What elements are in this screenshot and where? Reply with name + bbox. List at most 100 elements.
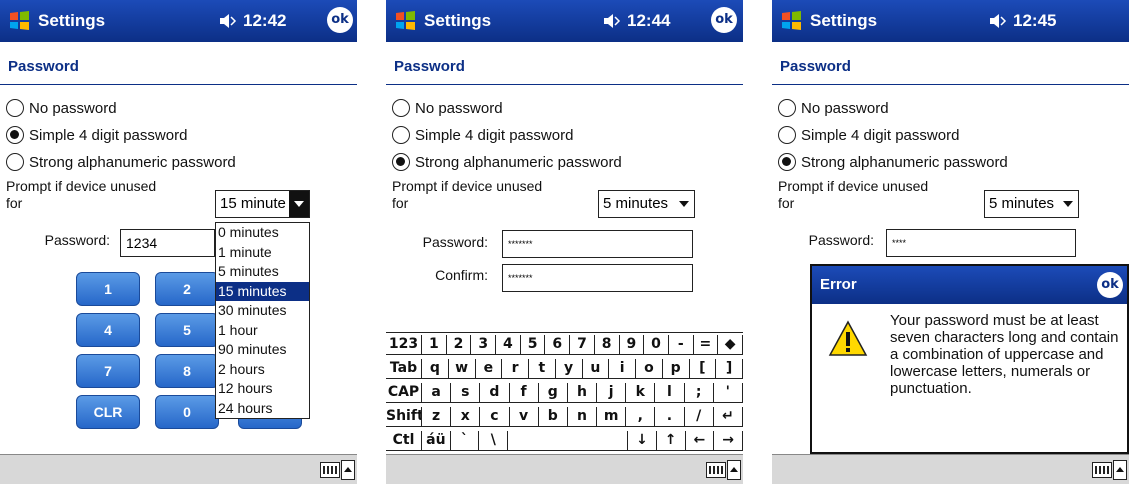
ok-button[interactable]: ok	[711, 7, 737, 33]
key[interactable]: 6	[545, 335, 571, 355]
key[interactable]: ,	[626, 407, 656, 427]
radio-no-password[interactable]: No password	[6, 96, 117, 120]
key[interactable]: 2	[446, 335, 472, 355]
keypad-5-button[interactable]: 5	[155, 313, 219, 347]
clock[interactable]: 12:42	[243, 11, 286, 31]
key[interactable]: ↵	[713, 407, 743, 427]
key[interactable]: ↑	[656, 431, 686, 451]
timeout-select[interactable]: 5 minutes	[598, 190, 695, 218]
radio-button[interactable]	[392, 126, 410, 144]
key[interactable]: w	[448, 359, 476, 379]
key[interactable]: .	[655, 407, 685, 427]
key[interactable]: 123	[386, 335, 422, 355]
dropdown-option[interactable]: 2 hours	[216, 360, 309, 380]
key[interactable]: [	[689, 359, 717, 379]
key[interactable]: ↓	[628, 431, 657, 451]
keyboard-icon[interactable]	[706, 462, 726, 478]
key[interactable]: c	[480, 407, 510, 427]
key[interactable]: Shift	[386, 407, 422, 427]
keypad-1-button[interactable]: 1	[76, 272, 140, 306]
radio-button[interactable]	[392, 99, 410, 117]
dropdown-option[interactable]: 24 hours	[216, 399, 309, 419]
key[interactable]: k	[626, 383, 656, 403]
dropdown-option[interactable]: 1 hour	[216, 321, 309, 341]
key[interactable]: v	[509, 407, 539, 427]
key[interactable]: x	[451, 407, 481, 427]
key[interactable]: 9	[619, 335, 645, 355]
key[interactable]: ←	[685, 431, 715, 451]
key[interactable]: u	[582, 359, 610, 379]
key[interactable]: j	[597, 383, 627, 403]
key[interactable]: 0	[644, 335, 669, 355]
key[interactable]: '	[713, 383, 743, 403]
radio-button[interactable]	[6, 99, 24, 117]
key[interactable]: 7	[570, 335, 595, 355]
key[interactable]: 8	[594, 335, 620, 355]
dropdown-option[interactable]: 15 minutes	[216, 281, 309, 301]
radio-simple-password[interactable]: Simple 4 digit password	[6, 123, 187, 147]
password-input[interactable]: ****	[886, 229, 1076, 257]
key[interactable]: d	[480, 383, 510, 403]
key[interactable]: r	[502, 359, 529, 379]
ok-button[interactable]: ok	[327, 7, 353, 33]
key[interactable]: `	[450, 431, 480, 451]
error-ok-button[interactable]: ok	[1097, 272, 1123, 298]
key[interactable]: b	[538, 407, 568, 427]
keyboard-icon[interactable]	[1092, 462, 1112, 478]
key[interactable]: e	[475, 359, 503, 379]
key[interactable]: i	[609, 359, 636, 379]
key[interactable]: z	[422, 407, 452, 427]
key[interactable]: \	[479, 431, 509, 451]
key[interactable]: y	[555, 359, 583, 379]
clock[interactable]: 12:44	[627, 11, 670, 31]
radio-strong-password[interactable]: Strong alphanumeric password	[778, 150, 1008, 174]
radio-simple-password[interactable]: Simple 4 digit password	[778, 123, 959, 147]
speaker-icon[interactable]	[602, 12, 622, 30]
radio-no-password[interactable]: No password	[392, 96, 503, 120]
radio-button[interactable]	[6, 153, 24, 171]
sip-toggle-arrow-icon[interactable]	[341, 460, 355, 480]
radio-strong-password[interactable]: Strong alphanumeric password	[6, 150, 236, 174]
keypad-2-button[interactable]: 2	[155, 272, 219, 306]
chevron-down-icon[interactable]	[289, 191, 309, 217]
sip-toggle-arrow-icon[interactable]	[727, 460, 741, 480]
key[interactable]: CAP	[386, 383, 422, 403]
keypad-0-button[interactable]: 0	[155, 395, 219, 429]
key[interactable]: n	[567, 407, 598, 427]
speaker-icon[interactable]	[988, 12, 1008, 30]
key[interactable]: 1	[422, 335, 447, 355]
key[interactable]: 3	[471, 335, 497, 355]
radio-button[interactable]	[778, 99, 796, 117]
key[interactable]: h	[567, 383, 598, 403]
key[interactable]: m	[597, 407, 627, 427]
timeout-select[interactable]: 5 minutes	[984, 190, 1079, 218]
radio-button[interactable]	[778, 153, 796, 171]
key[interactable]: f	[509, 383, 539, 403]
chevron-down-icon[interactable]	[674, 191, 694, 217]
key[interactable]: Ctl	[386, 431, 422, 451]
keypad-8-button[interactable]: 8	[155, 354, 219, 388]
password-input[interactable]: 1234	[120, 229, 215, 257]
key-space[interactable]	[508, 431, 629, 451]
radio-simple-password[interactable]: Simple 4 digit password	[392, 123, 573, 147]
chevron-down-icon[interactable]	[1058, 191, 1078, 217]
keypad-clr-button[interactable]: CLR	[76, 395, 140, 429]
timeout-dropdown-list[interactable]: 0 minutes 1 minute 5 minutes 15 minutes 30 m…	[215, 222, 310, 419]
dropdown-option[interactable]: 12 hours	[216, 379, 309, 399]
key[interactable]: =	[693, 335, 719, 355]
radio-strong-password[interactable]: Strong alphanumeric password	[392, 150, 622, 174]
key[interactable]: o	[636, 359, 663, 379]
radio-button[interactable]	[6, 126, 24, 144]
key[interactable]: -	[668, 335, 694, 355]
windows-start-icon[interactable]	[780, 9, 804, 33]
radio-button[interactable]	[778, 126, 796, 144]
windows-start-icon[interactable]	[394, 9, 418, 33]
dropdown-option[interactable]: 1 minute	[216, 243, 309, 263]
password-input[interactable]: *******	[502, 230, 693, 258]
dropdown-option[interactable]: 90 minutes	[216, 340, 309, 360]
key[interactable]: →	[714, 431, 743, 451]
windows-start-icon[interactable]	[8, 9, 32, 33]
keyboard-icon[interactable]	[320, 462, 340, 478]
dropdown-option[interactable]: 0 minutes	[216, 223, 309, 243]
timeout-select[interactable]: 15 minute	[215, 190, 310, 218]
